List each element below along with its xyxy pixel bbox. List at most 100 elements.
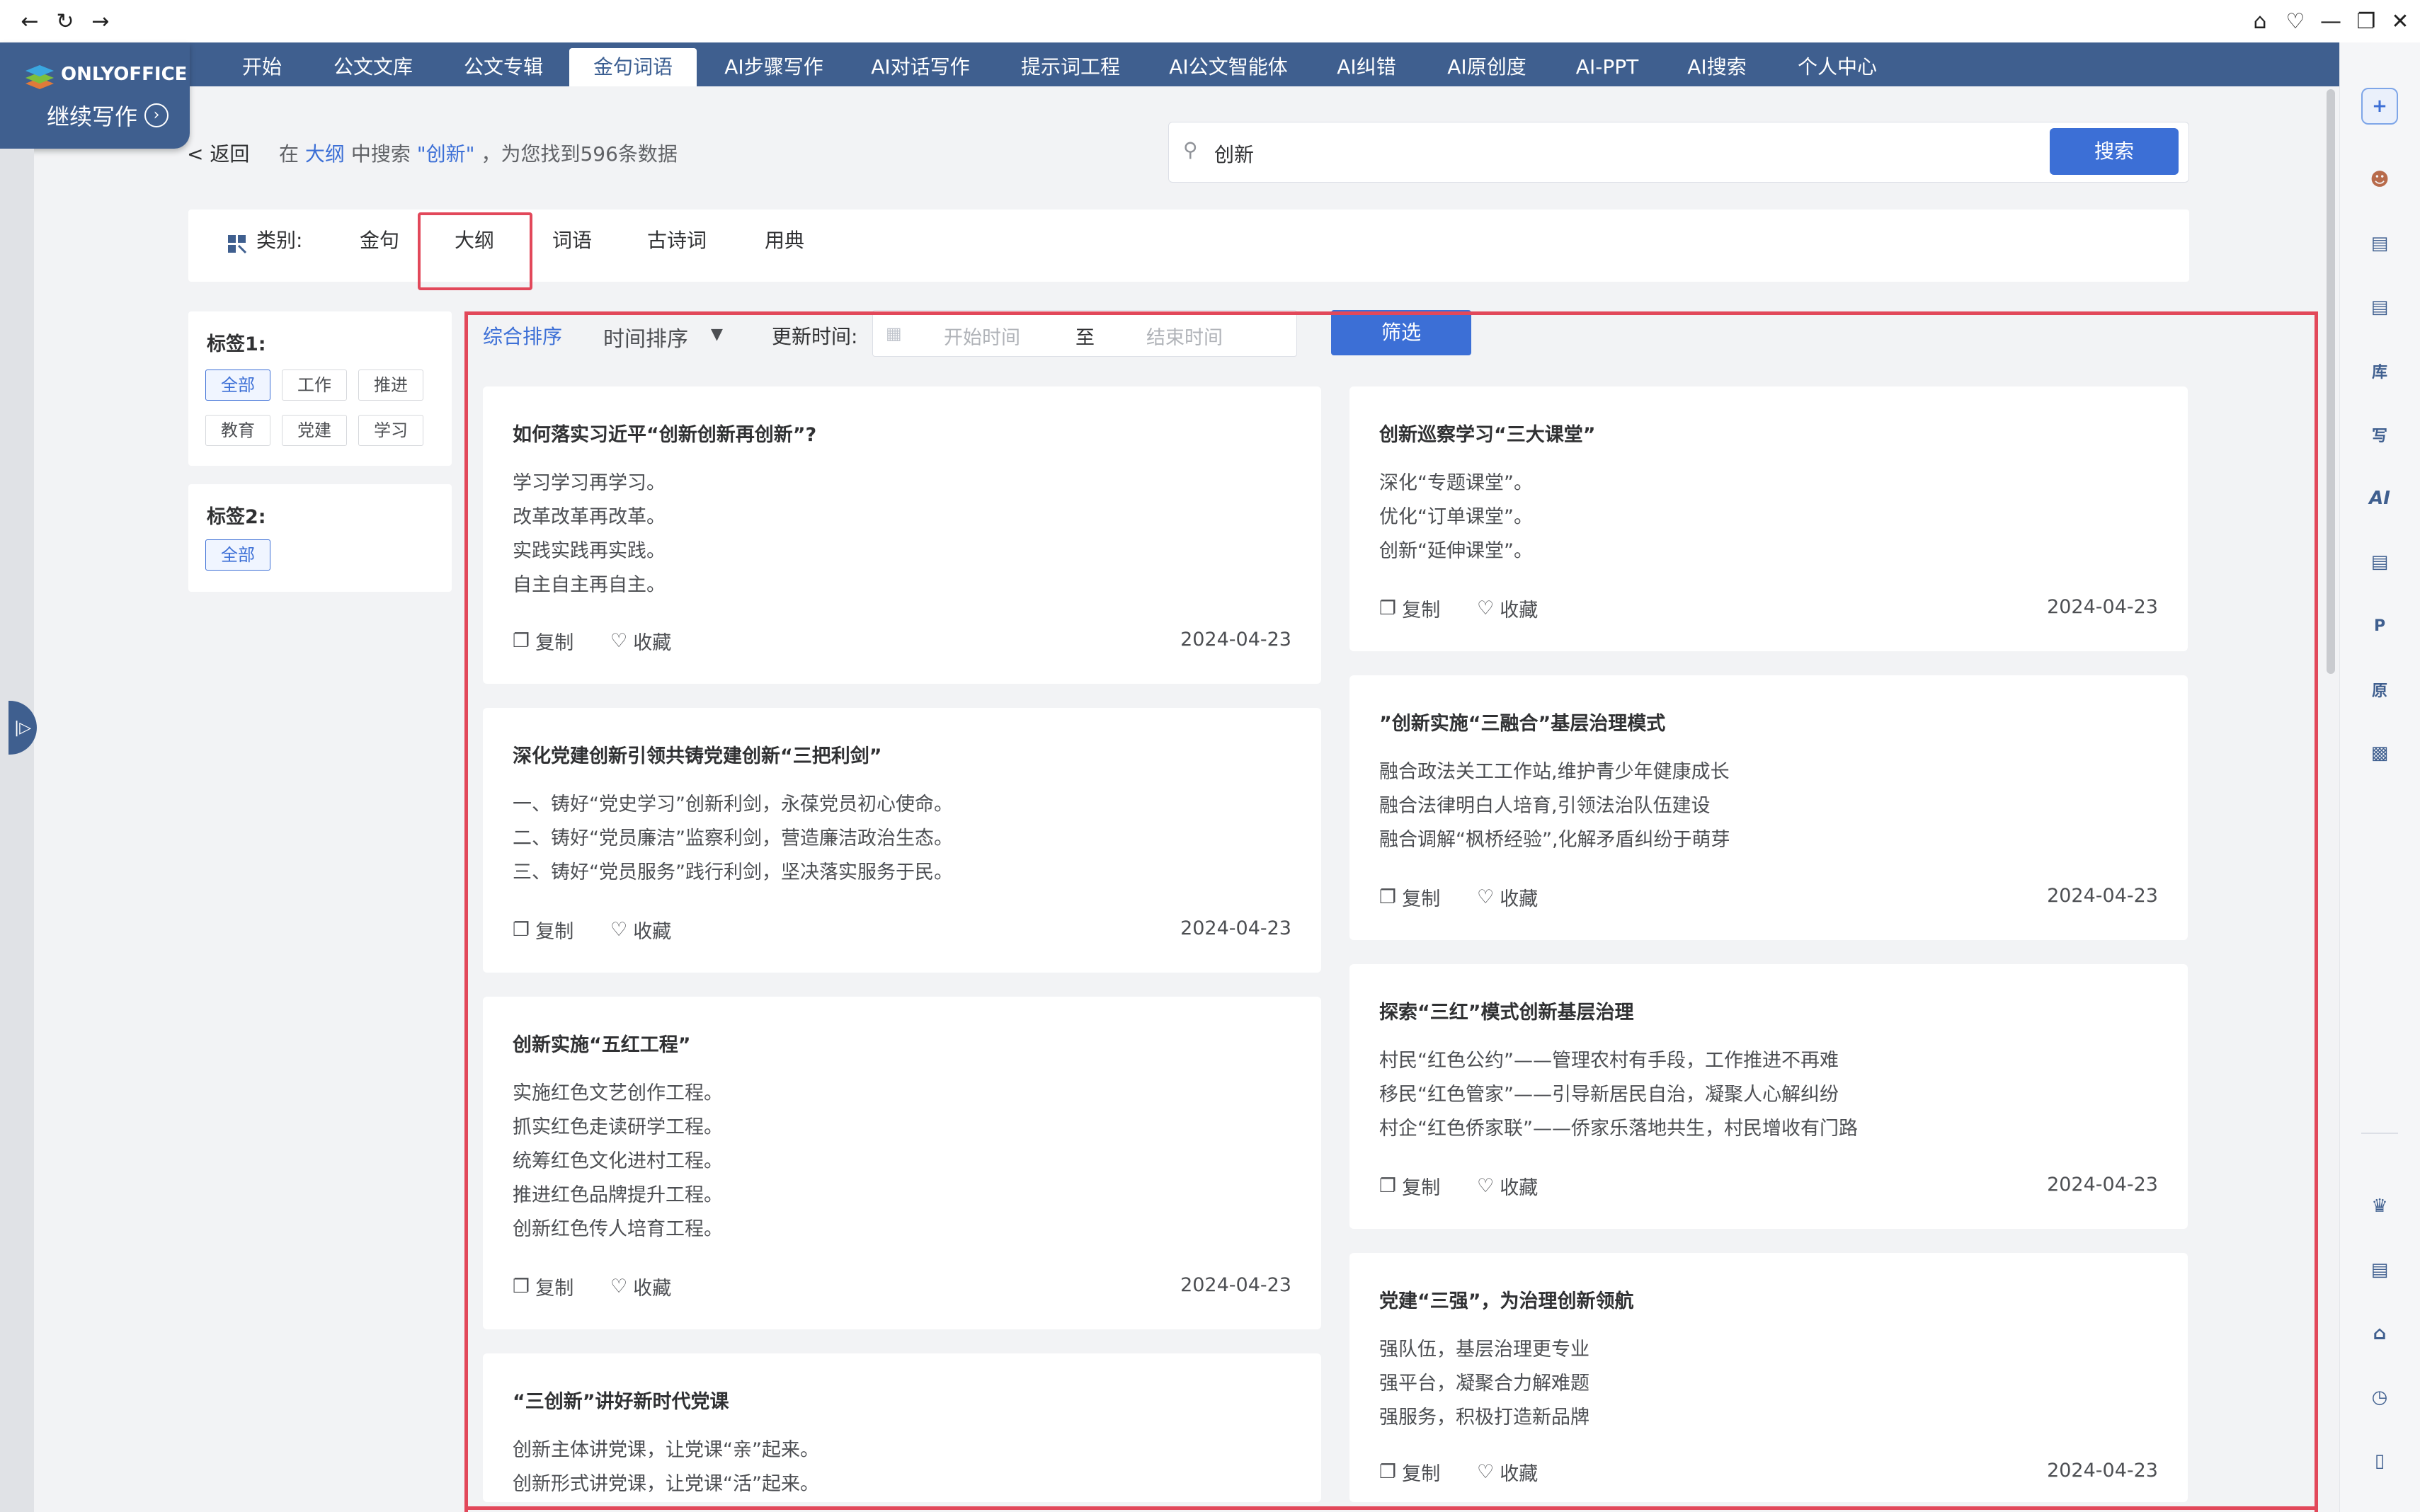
card-line: 自主自主再自主。: [513, 574, 666, 596]
copy-button[interactable]: ❐ 复制: [1379, 883, 1440, 911]
category-outline[interactable]: 大纲: [455, 225, 494, 253]
continue-writing-label[interactable]: 继续写作: [47, 99, 137, 132]
category-poetry[interactable]: 古诗词: [647, 225, 707, 253]
crown-icon[interactable]: ♛: [2364, 1191, 2395, 1222]
write-icon[interactable]: 写: [2364, 419, 2395, 450]
restore-icon[interactable]: ❐: [2352, 7, 2380, 35]
nav-tab-ai-original[interactable]: AI原创度: [1437, 48, 1536, 86]
scrollbar-thumb[interactable]: [2327, 89, 2335, 674]
favorite-button[interactable]: ♡ 收藏: [610, 1273, 671, 1300]
result-card[interactable]: 党建“三强”，为治理创新领航 强队伍，基层治理更专业 强平台，凝聚合力解难题 强…: [1349, 1253, 2188, 1502]
result-card[interactable]: 创新巡察学习“三大课堂” 深化“专题课堂”。 优化“订单课堂”。 创新“延伸课堂…: [1349, 386, 2188, 651]
favorite-button[interactable]: ♡ 收藏: [1477, 1458, 1538, 1486]
home-icon[interactable]: ⌂: [2246, 7, 2274, 35]
card-line: 推进红色品牌提升工程。: [513, 1184, 723, 1206]
category-golden[interactable]: 金句: [360, 225, 399, 253]
home-icon[interactable]: ⌂: [2364, 1318, 2395, 1349]
nav-tab-ai-correct[interactable]: AI纠错: [1331, 48, 1402, 86]
copy-button[interactable]: ❐ 复制: [513, 1273, 573, 1300]
category-allusion[interactable]: 用典: [765, 225, 804, 253]
nav-tab-ai-search[interactable]: AI搜索: [1678, 48, 1756, 86]
favorite-button[interactable]: ♡ 收藏: [1477, 595, 1538, 622]
avatar-icon[interactable]: ☻: [2364, 164, 2395, 195]
copy-label: 复制: [1402, 1463, 1441, 1485]
favorite-button[interactable]: ♡ 收藏: [610, 627, 671, 655]
card-title: ”创新实施“三融合”基层治理模式: [1379, 713, 1666, 735]
nav-tab-phrases[interactable]: 金句词语: [569, 48, 697, 86]
nav-tab-start[interactable]: 开始: [227, 48, 297, 86]
nav-tab-prompt[interactable]: 提示词工程: [1014, 48, 1127, 86]
tag1-education[interactable]: 教育: [205, 415, 270, 446]
document-icon[interactable]: ▤: [2364, 292, 2395, 323]
favorite-button[interactable]: ♡ 收藏: [1477, 1172, 1538, 1200]
chevron-right-icon[interactable]: ›: [144, 103, 169, 127]
pin-icon[interactable]: ♡: [2281, 7, 2310, 35]
result-card[interactable]: 深化党建创新引领共铸党建创新“三把利剑” 一、铸好“党史学习”创新利剑，永葆党员…: [483, 708, 1321, 973]
phone-icon[interactable]: ▯: [2364, 1445, 2395, 1477]
tag1-advance[interactable]: 推进: [358, 370, 423, 401]
copy-button[interactable]: ❐ 复制: [1379, 1458, 1440, 1486]
category-words[interactable]: 词语: [552, 225, 592, 253]
tag2-all[interactable]: 全部: [205, 539, 270, 571]
favorite-label: 收藏: [1500, 1177, 1539, 1199]
favorite-label: 收藏: [1500, 888, 1539, 910]
favorite-button[interactable]: ♡ 收藏: [1477, 883, 1538, 911]
back-arrow-icon[interactable]: ←: [16, 7, 44, 35]
clock-icon[interactable]: ◷: [2364, 1382, 2395, 1413]
minimize-icon[interactable]: —: [2317, 7, 2345, 35]
copy-label: 复制: [535, 1278, 574, 1300]
browser-toolbar: ← ↻ → ⌂ ♡ — ❐ ✕: [0, 0, 2420, 42]
copy-button[interactable]: ❐ 复制: [513, 627, 573, 655]
gift-icon[interactable]: ▩: [2364, 738, 2395, 769]
copy-button[interactable]: ❐ 复制: [1379, 595, 1440, 622]
result-card[interactable]: “三创新”讲好新时代党课 创新主体讲党课，让党课“亲”起来。 创新形式讲党课，让…: [483, 1353, 1321, 1502]
card-line: 融合法律明白人培育,引领法治队伍建设: [1379, 795, 1711, 817]
card-line: 创新主体讲党课，让党课“亲”起来。: [513, 1439, 819, 1461]
result-card[interactable]: ”创新实施“三融合”基层治理模式 融合政法关工工作站,维护青少年健康成长 融合法…: [1349, 675, 2188, 940]
ai-icon[interactable]: AI: [2364, 483, 2395, 514]
card-line: 创新“延伸课堂”。: [1379, 540, 1533, 562]
tag-panel-2-title: 标签2:: [207, 506, 266, 528]
original-icon[interactable]: 原: [2364, 674, 2395, 705]
reload-icon[interactable]: ↻: [51, 7, 79, 35]
notebook-icon[interactable]: ▤: [2364, 546, 2395, 578]
heart-icon: ♡: [610, 1276, 628, 1298]
brand-panel[interactable]: ONLYOFFICE 继续写作 ›: [0, 42, 190, 149]
nav-tab-albums[interactable]: 公文专辑: [450, 48, 557, 86]
nav-tab-ai-dialog[interactable]: AI对话写作: [864, 48, 977, 86]
close-icon[interactable]: ✕: [2386, 7, 2414, 35]
copy-button[interactable]: ❐ 复制: [513, 916, 573, 944]
search-input[interactable]: 创新: [1214, 139, 1254, 168]
briefcase-icon[interactable]: ▤: [2364, 228, 2395, 259]
tag1-work[interactable]: 工作: [282, 370, 347, 401]
result-card[interactable]: 如何落实习近平“创新创新再创新”? 学习学习再学习。 改革改革再改革。 实践实践…: [483, 386, 1321, 684]
nav-tab-ai-ppt[interactable]: AI-PPT: [1565, 48, 1650, 86]
card-line: 优化“订单课堂”。: [1379, 506, 1533, 528]
tag1-party[interactable]: 党建: [282, 415, 347, 446]
card-title: 如何落实习近平“创新创新再创新”?: [513, 424, 817, 446]
copy-button[interactable]: ❐ 复制: [1379, 1172, 1440, 1200]
result-card[interactable]: 探索“三红”模式创新基层治理 村民“红色公约”——管理农村有手段，工作推进不再难…: [1349, 964, 2188, 1229]
tag1-all[interactable]: 全部: [205, 370, 270, 401]
nav-tab-ai-steps[interactable]: AI步骤写作: [714, 48, 834, 86]
chart-icon[interactable]: ▤: [2364, 1254, 2395, 1285]
forward-arrow-icon[interactable]: →: [86, 7, 115, 35]
card-line: 移民“红色管家”——引导新居民自治，凝聚人心解纠纷: [1379, 1084, 1839, 1106]
result-summary: 在 大纲 中搜索 "创新" ，为您找到596条数据: [279, 139, 678, 167]
card-date: 2024-04-23: [2047, 596, 2158, 618]
p-icon[interactable]: P: [2364, 610, 2395, 641]
favorite-button[interactable]: ♡ 收藏: [610, 916, 671, 944]
nav-tab-ai-agent[interactable]: AI公文智能体: [1161, 48, 1296, 86]
left-rail: [0, 149, 34, 1512]
copy-label: 复制: [1402, 600, 1441, 622]
card-line: 村企“红色侨家联”——侨家乐落地共生，村民增收有门路: [1379, 1118, 1858, 1140]
tag1-study[interactable]: 学习: [358, 415, 423, 446]
nav-tab-library[interactable]: 公文文库: [320, 48, 426, 86]
search-button[interactable]: 搜索: [2050, 128, 2179, 175]
back-link[interactable]: < 返回: [187, 139, 249, 167]
library-icon[interactable]: 库: [2364, 355, 2395, 386]
new-icon[interactable]: +: [2361, 88, 2398, 125]
result-card[interactable]: 创新实施“五红工程” 实施红色文艺创作工程。 抓实红色走读研学工程。 统筹红色文…: [483, 997, 1321, 1329]
card-line: 强服务，积极打造新品牌: [1379, 1407, 1589, 1428]
nav-tab-profile[interactable]: 个人中心: [1784, 48, 1890, 86]
